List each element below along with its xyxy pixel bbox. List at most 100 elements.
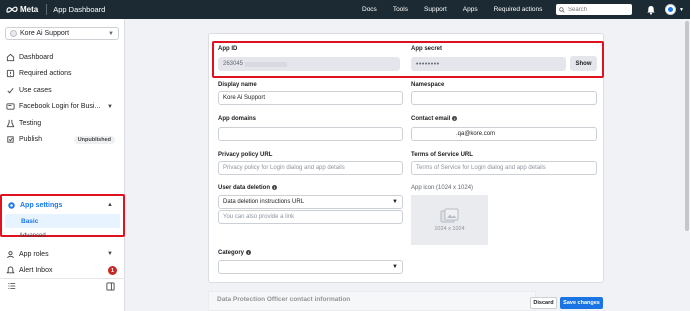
nav-tools[interactable]: Tools <box>393 6 408 13</box>
sidebar-item-required-actions[interactable]: Required actions <box>0 66 125 83</box>
chevron-down-icon: ▼ <box>107 251 113 258</box>
status-badge: Unpublished <box>73 135 115 144</box>
app-selector-label: Kore Ai Support <box>20 30 70 37</box>
sidebar-item-label: Facebook Login for Busi... <box>19 103 101 111</box>
sidebar-item-app-roles[interactable]: App roles ▼ <box>0 246 125 263</box>
chevron-down-icon: ▼ <box>108 30 114 37</box>
terms-of-service-label: Terms of Service URL <box>411 152 473 158</box>
facebook-login-icon <box>6 103 15 110</box>
show-secret-button[interactable]: Show <box>570 56 597 71</box>
meta-logo[interactable]: Meta <box>6 5 38 14</box>
list-icon[interactable] <box>8 282 16 290</box>
sidebar-item-label: App roles <box>19 250 49 258</box>
nav-required-actions[interactable]: Required actions <box>494 6 543 13</box>
sidebar-item-label: Alert Inbox <box>19 267 53 275</box>
dashboard-icon <box>6 53 15 61</box>
gear-icon <box>8 201 15 209</box>
sidebar-item-basic[interactable]: Basic <box>5 214 120 228</box>
use-cases-icon <box>7 87 14 94</box>
top-right-icons: ▼ <box>646 4 684 15</box>
sidebar-item-app-settings[interactable]: App settings ▲ Basic <box>0 194 125 237</box>
sidebar-item-advanced[interactable]: Advanced <box>19 233 46 239</box>
app-domains-field[interactable] <box>218 127 403 141</box>
top-bar: Meta App Dashboard Docs Tools Support Ap… <box>0 0 690 19</box>
app-icon-label: App icon (1024 x 1024) <box>411 185 474 191</box>
app-settings-label: App settings <box>20 201 63 209</box>
contact-email-label: Contact email i <box>411 116 458 122</box>
info-icon[interactable]: i <box>246 250 252 255</box>
sidebar-item-publish[interactable]: Publish Unpublished <box>0 132 125 149</box>
search-input[interactable] <box>568 6 628 13</box>
info-icon[interactable]: i <box>272 185 278 190</box>
info-icon[interactable]: i <box>452 116 458 121</box>
privacy-policy-field[interactable]: Privacy policy for Login dialog and app … <box>218 161 403 175</box>
brand-name: Meta <box>20 5 39 14</box>
sidebar-item-label: Testing <box>19 119 42 127</box>
app-icon <box>10 30 17 37</box>
image-icon <box>440 208 458 223</box>
sidebar-item-facebook-login[interactable]: Facebook Login for Busi... ▼ <box>0 99 125 116</box>
sidebar-item-testing[interactable]: Testing <box>0 115 125 132</box>
contact-email-field[interactable]: .qa@kore.com <box>411 127 597 141</box>
top-nav: Docs Tools Support Apps Required actions <box>362 0 558 19</box>
divider <box>46 4 48 15</box>
namespace-label: Namespace <box>411 82 445 88</box>
display-name-field[interactable]: Kore Ai Support <box>218 91 403 105</box>
nav-docs[interactable]: Docs <box>362 6 377 13</box>
category-label-text: Category <box>218 250 245 256</box>
discard-button[interactable]: Discard <box>530 297 557 309</box>
avatar[interactable] <box>665 4 676 15</box>
nav-support[interactable]: Support <box>424 6 447 13</box>
contact-email-label-text: Contact email <box>411 116 451 122</box>
sidebar-footer <box>0 278 125 292</box>
sidebar-item-use-cases[interactable]: Use cases <box>0 82 125 99</box>
namespace-field[interactable] <box>411 91 597 105</box>
search-icon <box>559 6 565 13</box>
user-data-deletion-label-text: User data deletion <box>218 185 271 191</box>
sidebar-lower-nav: App roles ▼ Alert Inbox 1 <box>0 246 125 279</box>
app-secret-field[interactable]: •••••••• <box>411 57 566 71</box>
publish-icon <box>7 136 14 143</box>
app-id-label: App ID <box>218 46 238 52</box>
app-selector[interactable]: Kore Ai Support ▼ <box>5 27 119 40</box>
app-id-field[interactable]: 263045 <box>218 57 400 71</box>
chevron-down-icon: ▼ <box>392 264 398 270</box>
terms-of-service-field[interactable]: Terms of Service for Login dialog and ap… <box>411 161 597 175</box>
meta-logo-icon <box>6 6 18 13</box>
user-data-deletion-label: User data deletion i <box>218 185 278 191</box>
save-changes-button[interactable]: Save changes <box>560 297 603 309</box>
app-id-value: 263045 <box>223 61 244 67</box>
collapse-sidebar-icon[interactable] <box>106 282 115 291</box>
sidebar-nav: Dashboard Required actions Use cases Fac… <box>0 49 125 148</box>
app-dashboard-title: App Dashboard <box>53 5 106 14</box>
app-domains-label: App domains <box>218 116 257 122</box>
app-settings-header[interactable]: App settings ▲ <box>2 196 123 214</box>
required-actions-icon <box>6 70 15 78</box>
sidebar-item-dashboard[interactable]: Dashboard <box>0 49 125 66</box>
dpo-section-header: Data Protection Officer contact informat… <box>208 291 536 311</box>
category-label: Category i <box>218 250 252 256</box>
app-secret-value: •••••••• <box>416 60 440 68</box>
scrollbar-thumb[interactable] <box>685 21 689 231</box>
bell-icon[interactable] <box>646 5 656 15</box>
sidebar-item-label: Publish <box>19 136 42 144</box>
sidebar-item-alert-inbox[interactable]: Alert Inbox 1 <box>0 263 125 280</box>
sidebar-item-label: Use cases <box>19 86 52 94</box>
chevron-down-icon: ▼ <box>392 199 398 205</box>
app-icon-upload[interactable]: 1024 x 1024 <box>411 195 488 245</box>
redacted-text <box>245 61 288 67</box>
privacy-policy-label: Privacy policy URL <box>218 152 273 158</box>
testing-icon <box>6 119 15 127</box>
notification-badge: 1 <box>108 266 117 276</box>
user-data-deletion-selected: Data deletion instructions URL <box>223 199 305 205</box>
sidebar-item-label: Required actions <box>19 70 72 78</box>
data-deletion-url-field[interactable]: You can also provide a link <box>218 210 403 224</box>
app-icon-size: 1024 x 1024 <box>434 226 465 232</box>
category-select[interactable]: ▼ <box>218 260 403 274</box>
alert-inbox-icon <box>6 266 15 274</box>
nav-apps[interactable]: Apps <box>463 6 478 13</box>
chevron-down-icon[interactable]: ▼ <box>679 7 684 13</box>
search-box[interactable] <box>556 4 632 15</box>
user-data-deletion-select[interactable]: Data deletion instructions URL ▼ <box>218 195 403 209</box>
scrollbar[interactable] <box>684 19 690 311</box>
